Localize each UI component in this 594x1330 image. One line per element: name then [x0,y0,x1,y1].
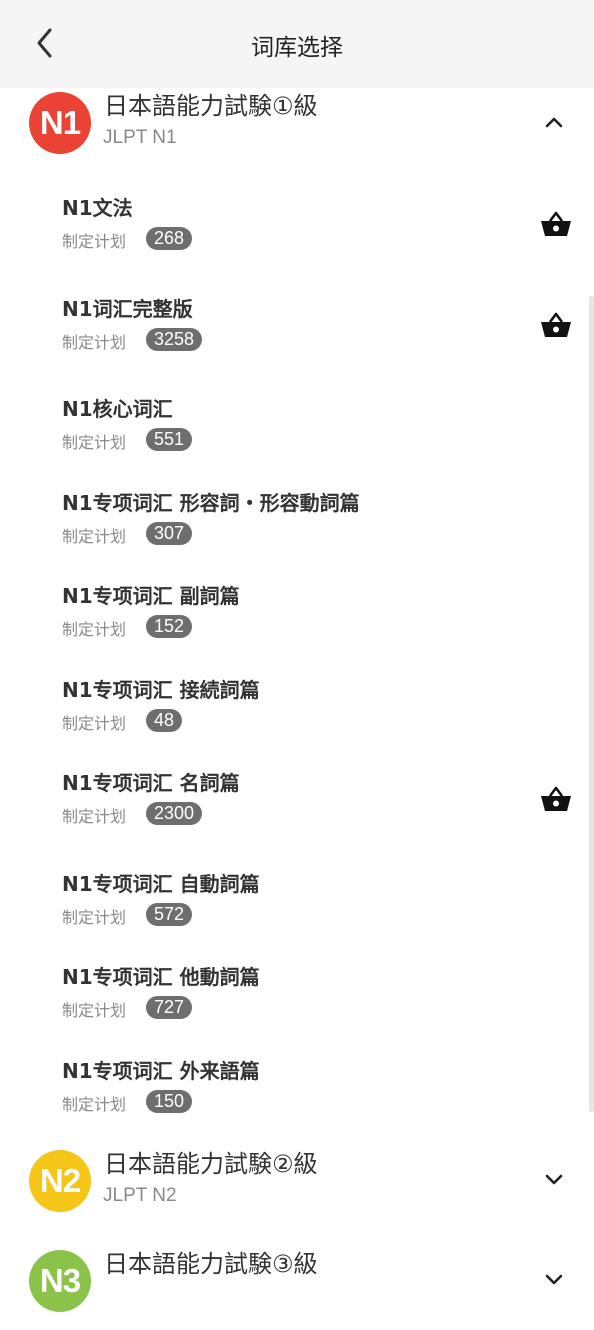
group-title: 日本語能力試験②級 [104,1150,318,1178]
word-count-badge: 307 [146,522,193,545]
page-title: 词库选择 [251,35,343,61]
chevron-down-icon[interactable] [540,1266,568,1294]
chevron-down-icon[interactable] [540,1166,568,1194]
list-item[interactable]: N1专项词汇 外来語篇 制定计划 150 [0,1055,594,1135]
group-subtitle: JLPT N1 [103,127,177,148]
group-header-n2[interactable]: N2 日本語能力試験②級 JLPT N2 [0,1150,594,1230]
scrollbar[interactable] [589,296,594,1112]
basket-icon[interactable] [538,783,574,815]
chevron-up-icon[interactable] [540,108,568,136]
item-title: N1核心词汇 [62,397,173,421]
plan-label: 制定计划 [62,232,127,251]
basket-icon[interactable] [538,309,574,341]
group-title: 日本語能力試験③級 [104,1250,318,1278]
word-count-badge: 572 [146,903,193,926]
word-count-badge: 551 [146,428,193,451]
item-title: N1专项词汇 副詞篇 [62,584,240,608]
list-item[interactable]: N1词汇完整版 制定计划 3258 [0,293,594,373]
word-count-badge: 152 [146,615,193,638]
item-title: N1专项词汇 接続詞篇 [62,678,260,702]
group-title: 日本語能力試験①級 [104,92,318,120]
item-title: N1专项词汇 形容詞・形容動詞篇 [62,491,360,515]
group-header-n3[interactable]: N3 日本語能力試験③級 [0,1250,594,1330]
plan-label: 制定计划 [62,620,127,639]
list-item[interactable]: N1专项词汇 形容詞・形容動詞篇 制定计划 307 [0,487,594,567]
n1-badge-icon: N1 [29,92,91,154]
top-bar: 词库选择 [0,0,594,88]
basket-icon[interactable] [538,208,574,240]
word-count-badge: 2300 [146,802,203,825]
plan-label: 制定计划 [62,433,127,452]
list-item[interactable]: N1专项词汇 自動詞篇 制定计划 572 [0,868,594,948]
word-count-badge: 268 [146,227,193,250]
list-item[interactable]: N1专项词汇 名詞篇 制定计划 2300 [0,767,594,847]
plan-label: 制定计划 [62,807,127,826]
item-title: N1文法 [62,196,133,220]
word-count-badge: 150 [146,1090,193,1113]
n2-badge-icon: N2 [29,1150,91,1212]
list-item[interactable]: N1核心词汇 制定计划 551 [0,393,594,473]
list-item[interactable]: N1专项词汇 副詞篇 制定计划 152 [0,580,594,660]
plan-label: 制定计划 [62,333,127,352]
word-count-badge: 727 [146,996,193,1019]
item-title: N1专项词汇 名詞篇 [62,771,240,795]
plan-label: 制定计划 [62,714,127,733]
item-title: N1专项词汇 外来語篇 [62,1059,260,1083]
word-count-badge: 48 [146,709,183,732]
n3-badge-icon: N3 [29,1250,91,1312]
word-count-badge: 3258 [146,328,203,351]
list-item[interactable]: N1文法 制定计划 268 [0,192,594,272]
item-title: N1专项词汇 自動詞篇 [62,872,260,896]
list-item[interactable]: N1专项词汇 接続詞篇 制定计划 48 [0,674,594,754]
item-title: N1词汇完整版 [62,297,193,321]
group-header-n1[interactable]: N1 日本語能力試験①級 JLPT N1 [0,92,594,172]
plan-label: 制定计划 [62,527,127,546]
list-item[interactable]: N1专项词汇 他動詞篇 制定计划 727 [0,961,594,1041]
item-title: N1专项词汇 他動詞篇 [62,965,260,989]
plan-label: 制定计划 [62,1001,127,1020]
plan-label: 制定计划 [62,1095,127,1114]
group-subtitle: JLPT N2 [103,1185,177,1206]
plan-label: 制定计划 [62,908,127,927]
